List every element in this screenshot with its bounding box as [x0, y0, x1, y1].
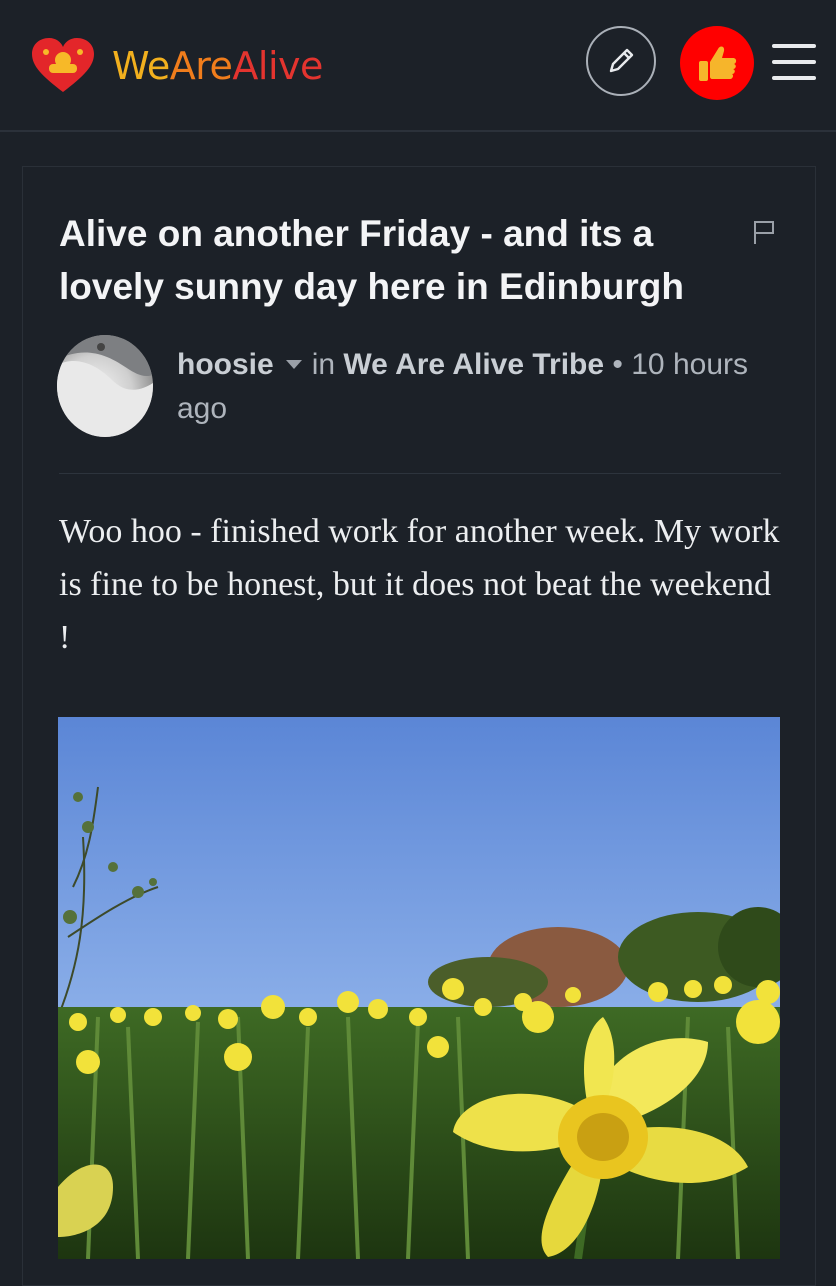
menu-bar — [772, 60, 816, 64]
pencil-icon — [609, 48, 634, 73]
author-link[interactable]: hoosie — [177, 348, 274, 381]
in-label: in — [311, 348, 336, 381]
post-body: Woo hoo - finished work for another week… — [59, 513, 780, 656]
post-image-daffodils[interactable] — [58, 717, 780, 1259]
brand-name: WeAreAlive — [112, 44, 323, 88]
chevron-down-icon[interactable] — [285, 359, 302, 369]
post-card: Alive on another Friday - and its a love… — [22, 166, 816, 1286]
post-title[interactable]: Alive on another Friday - and its a love… — [59, 207, 729, 313]
hamburger-menu-icon[interactable] — [772, 42, 816, 82]
community-link[interactable]: We Are Alive Tribe — [343, 348, 604, 381]
menu-bar — [772, 76, 816, 80]
avatar[interactable] — [57, 335, 153, 437]
meta-separator: • — [612, 348, 623, 381]
flag-icon[interactable] — [753, 219, 775, 245]
divider — [59, 473, 781, 474]
top-bar: WeAreAlive — [0, 0, 836, 132]
menu-bar — [772, 44, 816, 48]
thumbs-up-icon — [699, 46, 737, 81]
site-logo[interactable]: WeAreAlive — [32, 36, 323, 96]
upvote-button[interactable] — [680, 26, 754, 100]
post-meta: hoosie in We Are Alive Tribe • 10 hours a… — [177, 343, 787, 431]
write-post-button[interactable] — [586, 26, 656, 96]
heart-logo-icon — [32, 38, 94, 92]
